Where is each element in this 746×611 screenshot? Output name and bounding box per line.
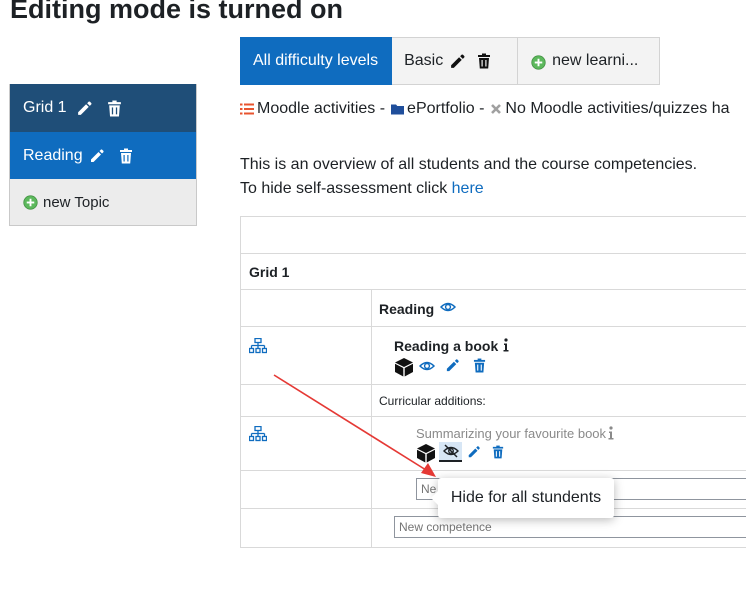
overview-line-1: This is an overview of all students and … <box>240 156 698 173</box>
legend-eportfolio: ePortfolio - <box>407 100 485 117</box>
edit-icon[interactable] <box>449 53 466 70</box>
trash-icon[interactable] <box>119 148 133 164</box>
cube-icon[interactable] <box>416 443 436 468</box>
hide-self-assessment-text: To hide self-assessment click <box>240 180 448 197</box>
close-icon <box>490 103 502 115</box>
hide-self-assessment-link[interactable]: here <box>452 180 484 197</box>
tab-new-learning[interactable]: new learni... <box>518 37 661 85</box>
edit-icon[interactable] <box>467 445 481 464</box>
difficulty-tabs: All difficulty levels Basic new learni..… <box>240 37 661 85</box>
trash-icon[interactable] <box>473 358 486 378</box>
subject-title: Reading <box>379 301 435 317</box>
nav-item-new-topic[interactable]: new Topic <box>10 179 196 225</box>
page-title: Editing mode is turned on <box>10 0 343 24</box>
group-title: Grid 1 <box>249 264 290 280</box>
info-icon[interactable] <box>607 425 615 446</box>
add-icon <box>531 55 546 70</box>
tab-basic[interactable]: Basic <box>392 37 519 85</box>
activity-legend: Moodle activities - ePortfolio - No Mood… <box>240 100 730 118</box>
tab-basic-label: Basic <box>404 52 444 69</box>
hide-tooltip: Hide for all stundents <box>431 478 614 518</box>
competence-title: Reading a book <box>394 338 499 354</box>
legend-moodle-activities: Moodle activities - <box>257 100 386 117</box>
eye-icon[interactable] <box>418 359 436 378</box>
nav-item-label: Reading <box>23 146 83 164</box>
curricular-additions-label: Curricular additions: <box>379 394 486 408</box>
nav-item-reading[interactable]: Reading <box>10 132 196 179</box>
folder-icon <box>391 103 405 115</box>
edit-icon[interactable] <box>445 358 460 378</box>
edit-icon[interactable] <box>89 148 105 164</box>
nav-item-label: new Topic <box>43 193 110 211</box>
legend-no-activities: No Moodle activities/quizzes ha <box>505 100 730 117</box>
tab-all-difficulty-levels[interactable]: All difficulty levels <box>240 37 393 85</box>
trash-icon[interactable] <box>492 445 504 464</box>
curricular-addition-title: Summarizing your favourite book <box>416 426 607 441</box>
new-competence-input[interactable] <box>394 516 746 538</box>
info-icon[interactable] <box>502 337 510 358</box>
add-icon <box>23 194 38 210</box>
list-icon <box>240 103 254 115</box>
hierarchy-icon[interactable] <box>248 337 268 359</box>
nav-item-grid-1[interactable]: Grid 1 <box>10 84 196 132</box>
trash-icon[interactable] <box>107 100 122 117</box>
eye-slash-icon[interactable] <box>439 442 462 462</box>
overview-line-2: To hide self-assessment click here <box>240 177 697 201</box>
hierarchy-icon[interactable] <box>248 425 268 447</box>
topic-nav: Grid 1 Reading new Topic <box>9 84 197 226</box>
cube-icon[interactable] <box>394 357 414 382</box>
trash-icon[interactable] <box>477 53 491 69</box>
edit-icon[interactable] <box>76 100 93 117</box>
nav-item-label: Grid 1 <box>23 99 67 116</box>
tab-new-learning-label: new learni... <box>552 52 639 69</box>
overview-text: This is an overview of all students and … <box>240 153 697 201</box>
eye-icon[interactable] <box>439 300 457 319</box>
